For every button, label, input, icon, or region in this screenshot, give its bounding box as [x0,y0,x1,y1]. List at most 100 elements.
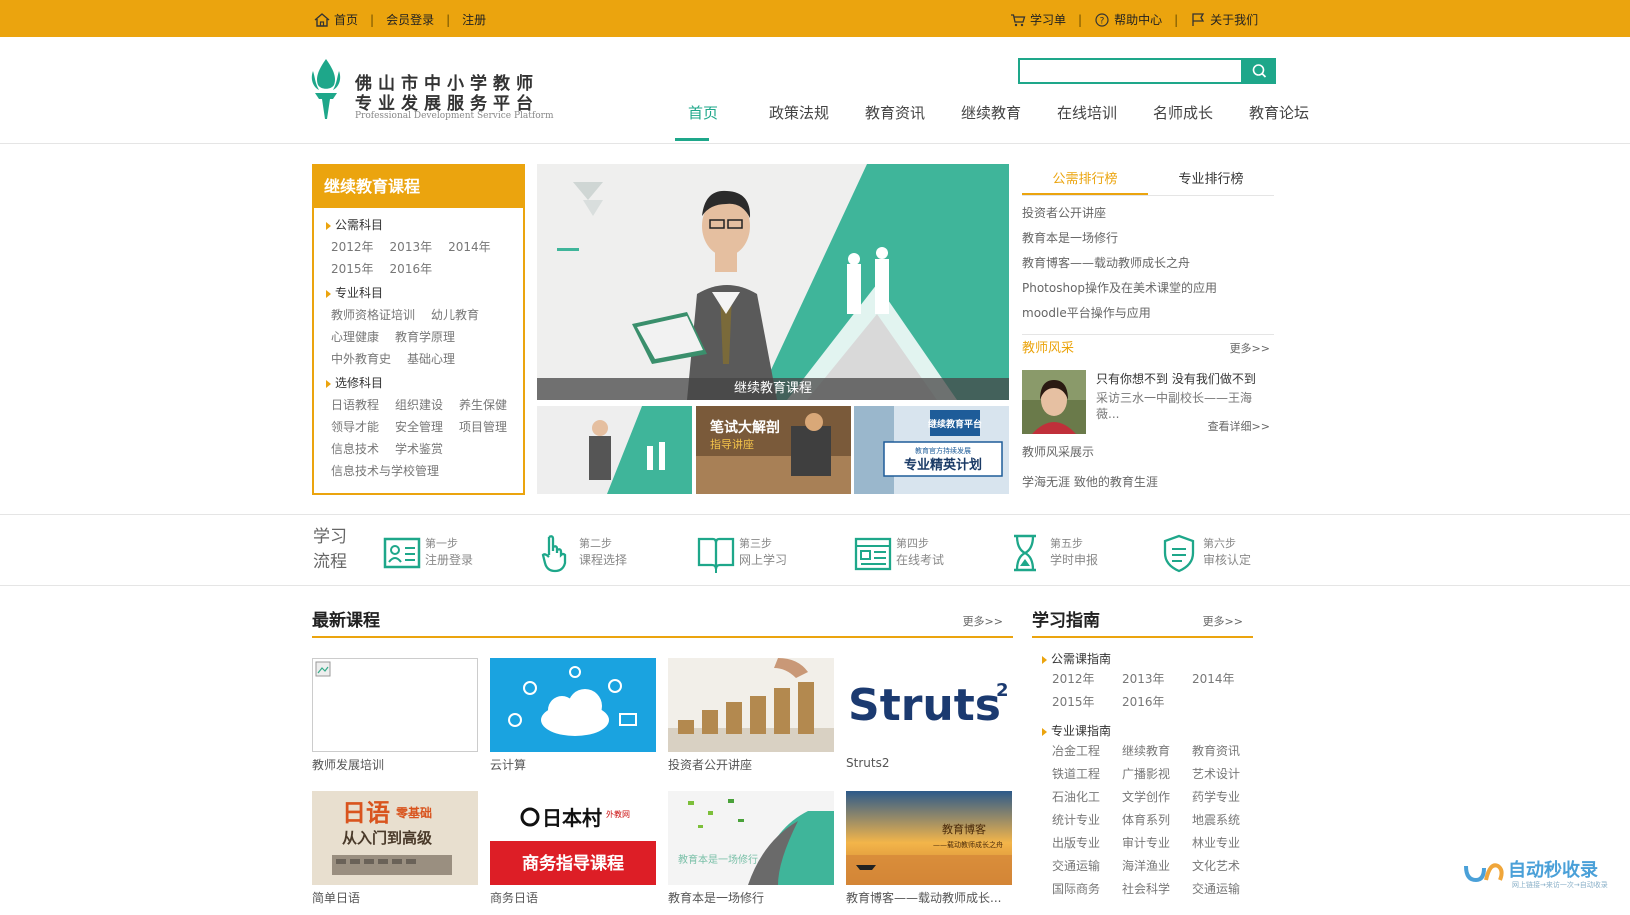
subject-link[interactable]: 信息技术 [331,442,379,456]
ranking-item[interactable]: 投资者公开讲座 [1022,201,1274,226]
teacher-photo[interactable] [1022,370,1086,434]
nav-news[interactable]: 教育资讯 [847,103,943,143]
guide-link[interactable]: 广播影视 [1122,765,1192,782]
year-link[interactable]: 2012年 [331,240,374,254]
year-link[interactable]: 2013年 [1122,670,1192,687]
public-guide-label[interactable]: 公需课指南 [1042,650,1253,666]
member-login-link[interactable]: 会员登录 [386,11,434,28]
public-subjects-label[interactable]: 公需科目 [326,216,523,232]
newest-more-link[interactable]: 更多>> [963,613,1003,629]
guide-link[interactable]: 教育资讯 [1192,742,1262,759]
course-card[interactable]: 云计算 [490,658,656,773]
guide-link[interactable]: 文学创作 [1122,788,1192,805]
subject-link[interactable]: 安全管理 [395,420,443,434]
tab-professional-ranking[interactable]: 专业排行榜 [1148,164,1274,195]
year-link[interactable]: 2016年 [390,262,433,276]
subject-link[interactable]: 教育学原理 [395,330,455,344]
subject-link[interactable]: 信息技术与学校管理 [331,464,439,478]
subject-link[interactable]: 心理健康 [331,330,379,344]
year-link[interactable]: 2014年 [1192,670,1262,687]
tab-public-ranking[interactable]: 公需排行榜 [1022,164,1148,195]
teacher-link[interactable]: 学海无涯 致他的教育生涯 [1022,473,1158,503]
subject-link[interactable]: 中外教育史 [331,352,391,366]
teacher-headline[interactable]: 只有你想不到 没有我们做不到 [1096,370,1256,387]
guide-link[interactable]: 体育系列 [1122,811,1192,828]
subject-link[interactable]: 领导才能 [331,420,379,434]
nav-policy[interactable]: 政策法规 [751,103,847,143]
guide-link[interactable]: 石油化工 [1052,788,1122,805]
subject-link[interactable]: 教师资格证培训 [331,308,415,322]
nav-teacher-growth[interactable]: 名师成长 [1135,103,1231,143]
course-card[interactable]: 教育本是一场修行 教育本是一场修行 [668,791,834,906]
course-card[interactable]: 日语 零基础 从入门到高级 简单日语 [312,791,478,906]
elective-subjects-label[interactable]: 选修科目 [326,374,523,390]
banner-thumb-1[interactable] [537,406,692,494]
search-button[interactable] [1243,58,1276,84]
professional-guide-label[interactable]: 专业课指南 [1042,722,1253,738]
guide-link[interactable]: 文化艺术 [1192,857,1262,874]
course-card[interactable]: 教育博客 ——载动教师成长之舟 教育博客——载动教师成长... [846,791,1012,906]
year-link[interactable]: 2015年 [1052,693,1122,710]
ranking-item[interactable]: Photoshop操作及在美术课堂的应用 [1022,276,1274,301]
guide-link[interactable]: 药学专业 [1192,788,1262,805]
home-icon [314,12,330,27]
subject-link[interactable]: 组织建设 [395,398,443,412]
course-card[interactable]: Struts 2 Struts2 [846,658,1012,770]
guide-link[interactable]: 交通运输 [1052,857,1122,874]
guide-link[interactable]: 社会科学 [1122,880,1192,897]
year-link[interactable]: 2012年 [1052,670,1122,687]
separator: | [446,12,451,27]
subject-link[interactable]: 日语教程 [331,398,379,412]
course-title: 教育本是一场修行 [668,891,765,905]
teacher-detail-link[interactable]: 查看详细>> [1208,418,1270,434]
year-link[interactable]: 2013年 [390,240,433,254]
guide-link[interactable]: 继续教育 [1122,742,1192,759]
guide-link[interactable]: 国际商务 [1052,880,1122,897]
guide-link[interactable]: 铁道工程 [1052,765,1122,782]
guide-link[interactable]: 出版专业 [1052,834,1122,851]
subject-link[interactable]: 项目管理 [459,420,507,434]
course-card[interactable]: 教师发展培训 [312,658,478,773]
course-title: 教育博客——载动教师成长... [846,891,1002,905]
year-link[interactable]: 2014年 [448,240,491,254]
ranking-item[interactable]: 教育博客——载动教师成长之舟 [1022,251,1274,276]
study-process: 学习流程 第一步 注册登录 第二步 课程选择 第三步 网上学习 第四步 在线考试… [0,514,1630,586]
nav-forum[interactable]: 教育论坛 [1231,103,1327,143]
guide-link[interactable]: 交通运输 [1192,880,1262,897]
study-list-link[interactable]: 学习单 [1030,11,1066,28]
help-center-link[interactable]: 帮助中心 [1114,11,1162,28]
nav-home[interactable]: 首页 [655,103,751,143]
course-card[interactable]: 日本村 外教网 商务指导课程 商务日语 [490,791,656,906]
guide-more-link[interactable]: 更多>> [1203,613,1243,629]
register-link[interactable]: 注册 [462,11,486,28]
teacher-link[interactable]: 教师风采展示 [1022,443,1158,473]
subject-link[interactable]: 基础心理 [407,352,455,366]
guide-link[interactable]: 审计专业 [1122,834,1192,851]
subject-link[interactable]: 幼儿教育 [431,308,479,322]
guide-link[interactable]: 海洋渔业 [1122,857,1192,874]
guide-link[interactable]: 地震系统 [1192,811,1262,828]
elective-row: 领导才能 安全管理 项目管理 [331,418,523,434]
banner-thumb-3[interactable]: 继续教育平台 教育官方持续发展 专业精英计划 [854,406,1009,494]
teacher-more-link[interactable]: 更多>> [1230,335,1270,363]
guide-link[interactable]: 统计专业 [1052,811,1122,828]
search-input[interactable] [1018,58,1243,84]
hero-banner[interactable]: 继续教育课程 [537,164,1009,400]
banner-thumb-2[interactable]: 笔试大解剖 指导讲座 [695,406,851,494]
year-link[interactable]: 2016年 [1122,693,1192,710]
site-logo[interactable]: 佛山市中小学教师 专业发展服务平台 Professional Developme… [305,57,565,127]
subject-link[interactable]: 学术鉴赏 [395,442,443,456]
year-link[interactable]: 2015年 [331,262,374,276]
subject-link[interactable]: 养生保健 [459,398,507,412]
professional-subjects-label[interactable]: 专业科目 [326,284,523,300]
guide-link[interactable]: 林业专业 [1192,834,1262,851]
home-link[interactable]: 首页 [334,11,358,28]
nav-online-training[interactable]: 在线培训 [1039,103,1135,143]
ranking-item[interactable]: 教育本是一场修行 [1022,226,1274,251]
about-us-link[interactable]: 关于我们 [1210,11,1258,28]
course-card[interactable]: 投资者公开讲座 [668,658,834,773]
guide-link[interactable]: 艺术设计 [1192,765,1262,782]
nav-continuing-education[interactable]: 继续教育 [943,103,1039,143]
guide-link[interactable]: 冶金工程 [1052,742,1122,759]
ranking-item[interactable]: moodle平台操作与应用 [1022,301,1274,326]
